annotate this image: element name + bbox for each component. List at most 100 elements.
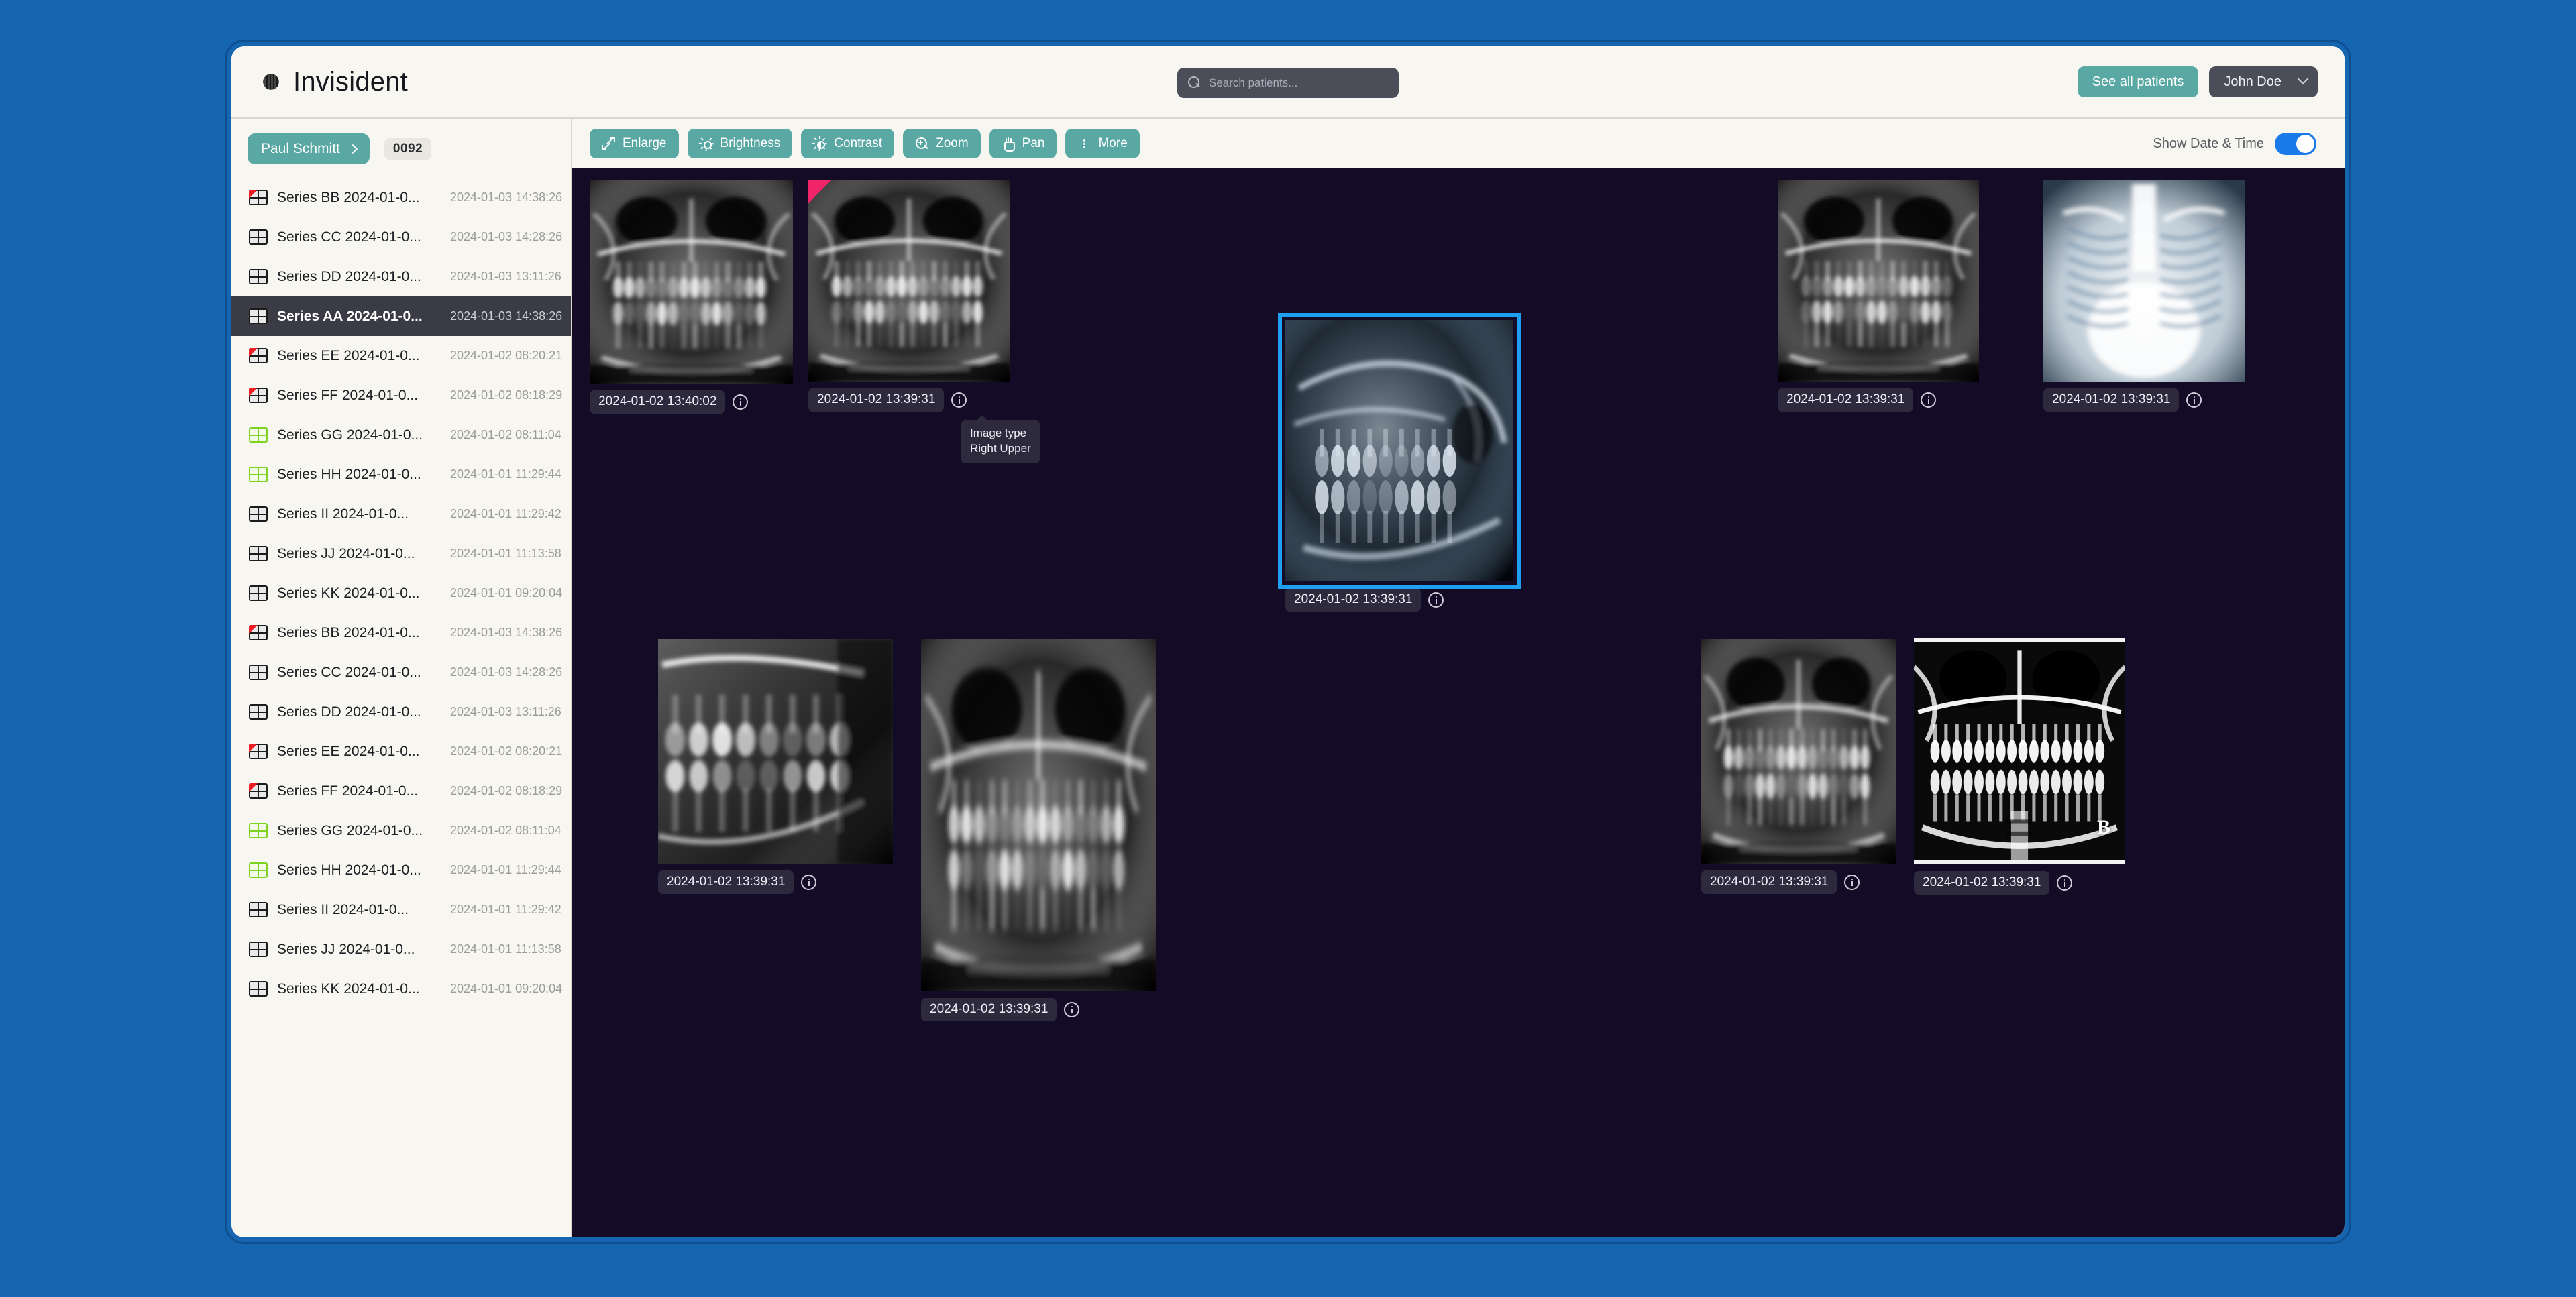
xray-thumbnail[interactable]: B 2024-01-02 13:39:31 — [1914, 638, 2125, 895]
user-menu-dropdown[interactable]: John Doe — [2209, 66, 2318, 97]
timestamp-pill: 2024-01-02 13:39:31 — [921, 998, 1057, 1021]
series-list-item[interactable]: Series DD 2024-01-0... 2024-01-03 13:11:2… — [231, 257, 571, 296]
series-timestamp: 2024-01-01 11:13:58 — [450, 547, 561, 560]
pan-hand-icon — [1002, 137, 1015, 152]
info-icon[interactable] — [951, 392, 967, 408]
date-time-toggle-label: Show Date & Time — [2153, 135, 2264, 151]
xray-thumbnail[interactable]: 2024-01-02 13:39:31 — [921, 639, 1156, 1021]
xray-image[interactable] — [590, 180, 793, 384]
xray-image[interactable] — [1701, 639, 1896, 864]
series-timestamp: 2024-01-03 14:38:26 — [450, 309, 563, 323]
grid-icon — [249, 546, 268, 561]
contrast-button[interactable]: Contrast — [801, 129, 895, 158]
info-icon[interactable] — [1921, 392, 1937, 408]
series-list-item[interactable]: Series GG 2024-01-0... 2024-01-02 08:11:0… — [231, 415, 571, 455]
brightness-button[interactable]: Brightness — [687, 129, 793, 158]
search-box[interactable] — [1177, 68, 1399, 98]
series-list-item[interactable]: Series HH 2024-01-0... 2024-01-01 11:29:4… — [231, 850, 571, 890]
series-name: Series CC 2024-01-0... — [277, 229, 421, 245]
info-icon[interactable] — [2057, 875, 2073, 891]
xray-image[interactable] — [2043, 180, 2245, 382]
pan-button[interactable]: Pan — [989, 129, 1057, 158]
series-name: Series JJ 2024-01-0... — [277, 545, 415, 561]
series-list-item[interactable]: Series KK 2024-01-0... 2024-01-01 09:20:0… — [231, 969, 571, 1009]
grid-green-icon — [249, 862, 268, 878]
grid-icon — [249, 308, 268, 324]
series-list-item[interactable]: Series EE 2024-01-0... 2024-01-02 08:20:2… — [231, 336, 571, 376]
xray-caption: 2024-01-02 13:39:31 — [1914, 871, 2125, 895]
xray-thumbnail[interactable]: 2024-01-02 13:39:31 — [2043, 180, 2245, 412]
tooltip-title: Image type — [970, 427, 1027, 439]
timestamp-pill: 2024-01-02 13:39:31 — [1914, 871, 2050, 895]
xray-image[interactable] — [1278, 313, 1521, 589]
info-icon[interactable] — [1844, 875, 1860, 890]
xray-image[interactable] — [1778, 180, 1979, 382]
toolbar-button-label: Zoom — [936, 136, 969, 150]
app-body: Paul Schmitt 0092 Series BB 2024-01-0...… — [231, 119, 2345, 1237]
series-list-item[interactable]: Series FF 2024-01-0... 2024-01-02 08:18:2… — [231, 376, 571, 415]
xray-image[interactable] — [921, 639, 1156, 991]
series-list-item[interactable]: Series EE 2024-01-0... 2024-01-02 08:20:2… — [231, 732, 571, 771]
series-list-item[interactable]: Series BB 2024-01-0... 2024-01-03 14:38:2… — [231, 178, 571, 217]
info-icon[interactable] — [733, 394, 749, 410]
timestamp-pill: 2024-01-02 13:39:31 — [2043, 388, 2180, 412]
enlarge-button[interactable]: Enlarge — [590, 129, 679, 158]
info-icon[interactable] — [1428, 592, 1444, 608]
patient-selector-button[interactable]: Paul Schmitt — [248, 133, 370, 164]
timestamp-pill: 2024-01-02 13:39:31 — [1778, 388, 1914, 412]
toolbar-button-label: Brightness — [720, 136, 781, 150]
xray-thumbnail[interactable]: 2024-01-02 13:40:02 — [590, 180, 793, 414]
series-list-item[interactable]: Series AA 2024-01-0... 2024-01-03 14:38:2… — [231, 296, 571, 336]
zoom-button[interactable]: Zoom — [903, 129, 981, 158]
corner-flag-marker — [808, 180, 831, 203]
application-window: Invisident See all patients John Doe Pau… — [227, 42, 2349, 1242]
user-name-label: John Doe — [2224, 74, 2282, 89]
timestamp-pill: 2024-01-02 13:40:02 — [590, 390, 726, 414]
series-list-item[interactable]: Series CC 2024-01-0... 2024-01-03 14:28:2… — [231, 217, 571, 257]
info-icon[interactable] — [1064, 1002, 1080, 1017]
tooltip-value: Right Upper — [970, 441, 1031, 455]
more-button[interactable]: More — [1065, 129, 1140, 158]
series-list-item[interactable]: Series BB 2024-01-0... 2024-01-03 14:38:2… — [231, 613, 571, 653]
series-timestamp: 2024-01-03 14:28:26 — [450, 230, 563, 243]
series-name: Series II 2024-01-0... — [277, 506, 409, 522]
series-list[interactable]: Series BB 2024-01-0... 2024-01-03 14:38:2… — [231, 178, 571, 1237]
xray-thumbnail[interactable]: 2024-01-02 13:39:31 — [1701, 639, 1896, 894]
image-toolbar: Enlarge Brightness Contrast Zoom Pan More Sho… — [572, 119, 2345, 168]
search-input[interactable] — [1209, 76, 1388, 90]
info-icon[interactable] — [801, 875, 817, 890]
xray-thumbnail[interactable]: 2024-01-02 13:39:31 Image type Right Upper — [808, 180, 1040, 463]
xray-thumbnail[interactable]: 2024-01-02 13:39:31 — [658, 639, 893, 894]
xray-image[interactable] — [658, 639, 893, 864]
series-list-item[interactable]: Series DD 2024-01-0... 2024-01-03 13:11:2… — [231, 692, 571, 732]
series-name: Series FF 2024-01-0... — [277, 783, 419, 799]
xray-image[interactable]: B — [1914, 638, 2125, 864]
image-viewport[interactable]: 2024-01-02 13:40:02 2024-01-02 13:39:31 I… — [572, 168, 2345, 1237]
see-all-patients-button[interactable]: See all patients — [2077, 66, 2199, 97]
date-time-toggle[interactable] — [2275, 132, 2316, 155]
series-list-item[interactable]: Series JJ 2024-01-0... 2024-01-01 11:13:5… — [231, 534, 571, 573]
series-list-item[interactable]: Series GG 2024-01-0... 2024-01-02 08:11:0… — [231, 811, 571, 850]
series-timestamp: 2024-01-01 11:13:58 — [450, 942, 561, 956]
sidebar: Paul Schmitt 0092 Series BB 2024-01-0...… — [231, 119, 572, 1237]
series-list-item[interactable]: Series II 2024-01-0... 2024-01-01 11:29:4… — [231, 494, 571, 534]
xray-thumbnail[interactable]: 2024-01-02 13:39:31 — [1278, 313, 1521, 612]
xray-thumbnail[interactable]: 2024-01-02 13:39:31 — [1778, 180, 1979, 412]
series-name: Series KK 2024-01-0... — [277, 585, 420, 601]
xray-image[interactable] — [808, 180, 1010, 382]
series-list-item[interactable]: Series KK 2024-01-0... 2024-01-01 09:20:0… — [231, 573, 571, 613]
grid-icon — [249, 506, 268, 522]
info-icon[interactable] — [2186, 392, 2202, 408]
date-time-toggle-group: Show Date & Time — [2153, 132, 2316, 155]
series-list-item[interactable]: Series II 2024-01-0... 2024-01-01 11:29:4… — [231, 890, 571, 929]
series-timestamp: 2024-01-03 13:11:26 — [450, 705, 561, 718]
series-list-item[interactable]: Series FF 2024-01-0... 2024-01-02 08:18:2… — [231, 771, 571, 811]
zoom-icon — [915, 137, 928, 150]
series-list-item[interactable]: Series HH 2024-01-0... 2024-01-01 11:29:4… — [231, 455, 571, 494]
series-timestamp: 2024-01-03 14:28:26 — [450, 665, 563, 679]
series-list-item[interactable]: Series JJ 2024-01-0... 2024-01-01 11:13:5… — [231, 929, 571, 969]
series-name: Series II 2024-01-0... — [277, 901, 409, 917]
main-panel: Enlarge Brightness Contrast Zoom Pan More Sho… — [572, 119, 2345, 1237]
series-name: Series BB 2024-01-0... — [277, 624, 420, 640]
series-list-item[interactable]: Series CC 2024-01-0... 2024-01-03 14:28:2… — [231, 653, 571, 692]
